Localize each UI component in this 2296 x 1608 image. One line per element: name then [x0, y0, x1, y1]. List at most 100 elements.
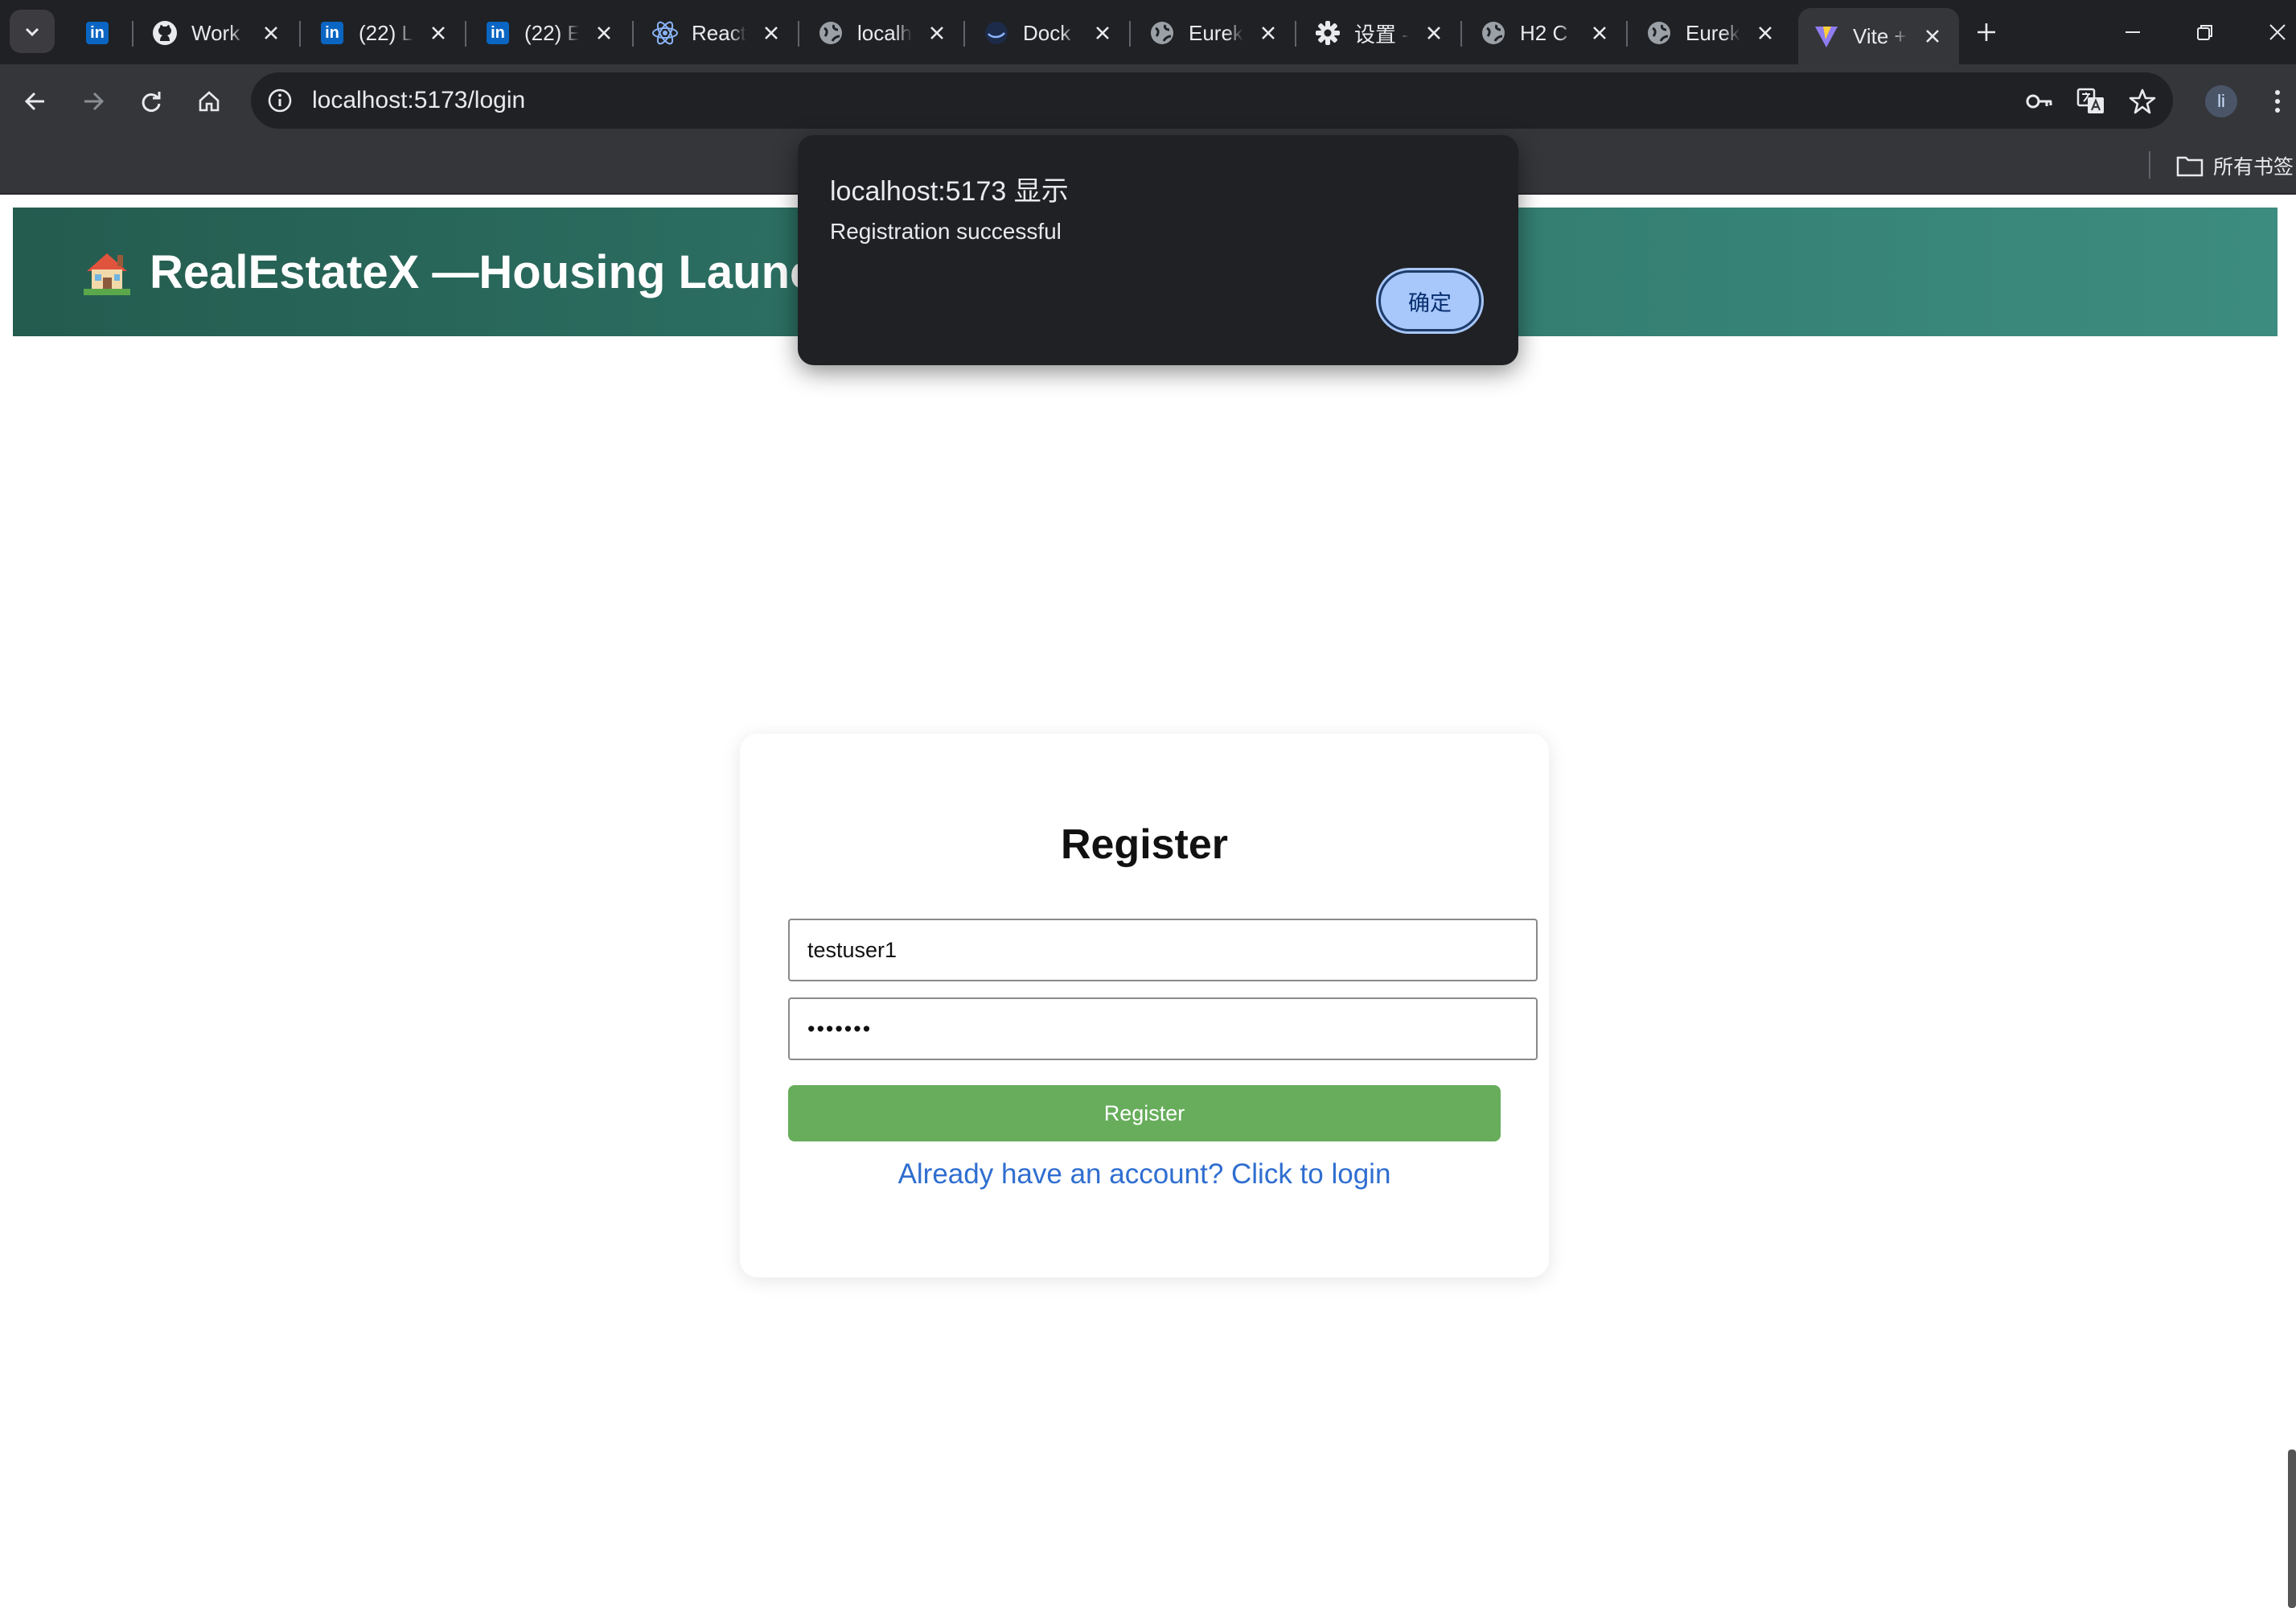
tab-separator — [1626, 21, 1628, 47]
browser-menu-button[interactable] — [2258, 82, 2296, 121]
bookmarks-separator — [2149, 151, 2150, 179]
browser-tab[interactable]: React — [637, 8, 798, 58]
browser-toolbar: localhost:5173/login li — [0, 64, 2296, 137]
reload-icon — [142, 92, 161, 112]
login-link[interactable]: Already have an account? Click to login — [740, 1158, 1549, 1191]
github-icon — [151, 19, 179, 47]
close-icon — [2269, 24, 2286, 40]
globe-icon — [1480, 19, 1507, 47]
close-icon[interactable] — [1753, 21, 1777, 45]
tab-title: Work — [191, 20, 240, 45]
tab-separator — [632, 21, 634, 47]
linkedin-icon: in — [318, 19, 346, 47]
home-icon — [199, 91, 220, 112]
react-icon — [651, 19, 679, 47]
docker-icon — [983, 19, 1010, 47]
vite-icon — [1813, 23, 1840, 50]
close-icon[interactable] — [1090, 21, 1115, 45]
close-window-button[interactable] — [2258, 13, 2296, 51]
tab-separator — [1129, 21, 1131, 47]
browser-tab[interactable]: in (22) E — [470, 8, 630, 58]
arrow-left-icon — [24, 92, 44, 111]
minimize-button[interactable] — [2113, 13, 2152, 51]
tab-title: Dock — [1023, 20, 1071, 45]
browser-tab[interactable]: Eurek — [1134, 8, 1295, 58]
browser-tab[interactable]: localh — [803, 8, 963, 58]
browser-tab[interactable]: Dock — [968, 8, 1129, 58]
close-icon[interactable] — [426, 21, 450, 45]
globe-icon — [817, 19, 844, 47]
browser-tab-active[interactable]: Vite + — [1798, 8, 1959, 64]
all-bookmarks-button[interactable]: 所有书签 — [2176, 148, 2294, 183]
globe-icon — [1645, 19, 1673, 47]
tab-title: Vite + — [1853, 23, 1907, 48]
plus-icon — [1978, 23, 1995, 41]
close-icon[interactable] — [759, 21, 783, 45]
close-icon[interactable] — [592, 21, 616, 45]
house-icon — [84, 253, 130, 295]
alert-ok-button[interactable]: 确定 — [1378, 270, 1481, 331]
tab-title: H2 C — [1520, 20, 1568, 45]
alert-title: localhost:5173 显示 — [830, 176, 1069, 207]
globe-icon — [1148, 19, 1176, 47]
reload-button[interactable] — [132, 82, 170, 121]
arrow-right-icon — [84, 92, 105, 111]
linkedin-icon: in — [84, 19, 111, 47]
home-button[interactable] — [190, 82, 228, 121]
tab-title: localh — [857, 20, 912, 45]
close-icon[interactable] — [1256, 21, 1280, 45]
tab-title: Eurek — [1189, 20, 1243, 45]
tab-title: Eurek — [1686, 20, 1740, 45]
folder-icon — [2176, 156, 2204, 177]
chevron-down-icon — [25, 27, 39, 37]
password-input[interactable] — [788, 997, 1538, 1060]
bookmark-star-button[interactable] — [2123, 82, 2162, 121]
register-card: Register Register Already have an accoun… — [740, 734, 1549, 1277]
url-text: localhost:5173/login — [312, 87, 526, 113]
gear-icon — [1314, 19, 1341, 47]
page-title: RealEstateX —Housing Launch — [150, 245, 844, 298]
register-heading: Register — [1060, 821, 1229, 868]
minimize-icon — [2126, 31, 2140, 33]
close-icon[interactable] — [925, 21, 949, 45]
info-icon[interactable] — [265, 86, 294, 115]
tab-separator — [963, 21, 965, 47]
browser-tab[interactable]: Eurek — [1631, 8, 1792, 58]
translate-button[interactable] — [2072, 82, 2110, 121]
close-icon[interactable] — [259, 21, 283, 45]
browser-tab[interactable]: Work — [137, 8, 298, 58]
browser-tab[interactable]: 设置 - — [1300, 8, 1460, 58]
forward-button[interactable] — [74, 82, 113, 121]
all-bookmarks-label: 所有书签 — [2213, 156, 2294, 179]
tab-title: React — [692, 20, 746, 45]
back-button[interactable] — [16, 82, 55, 121]
browser-tab[interactable]: H2 C — [1465, 8, 1626, 58]
tab-separator — [465, 21, 466, 47]
tab-search-button[interactable] — [10, 10, 55, 53]
browser-tab-strip: in Work in (22) L in (22) E React localh… — [0, 0, 2296, 64]
translate-icon — [2076, 88, 2104, 113]
tab-separator — [132, 21, 133, 47]
tab-separator — [1460, 21, 1462, 47]
scrollbar-thumb[interactable] — [2288, 1450, 2296, 1608]
address-bar[interactable]: localhost:5173/login — [251, 72, 2173, 129]
profile-avatar[interactable]: li — [2205, 85, 2237, 117]
browser-tab[interactable]: in (22) L — [304, 8, 465, 58]
close-icon[interactable] — [1422, 21, 1446, 45]
register-button[interactable]: Register — [788, 1085, 1501, 1141]
tab-separator — [798, 21, 799, 47]
tab-title: (22) L — [359, 20, 413, 45]
tab-title: (22) E — [524, 20, 579, 45]
restore-button[interactable] — [2186, 13, 2224, 51]
more-vert-icon — [2275, 90, 2280, 113]
page-content: RealEstateX —Housing Launch Register Reg… — [0, 195, 2296, 1608]
browser-tab[interactable]: in — [69, 8, 138, 58]
close-icon[interactable] — [1587, 21, 1612, 45]
username-input[interactable] — [788, 919, 1538, 981]
close-icon[interactable] — [1920, 24, 1945, 48]
new-tab-button[interactable] — [1967, 13, 2006, 51]
password-key-button[interactable] — [2020, 82, 2059, 121]
linkedin-icon: in — [484, 19, 511, 47]
tab-separator — [1295, 21, 1296, 47]
star-icon — [2129, 88, 2156, 114]
